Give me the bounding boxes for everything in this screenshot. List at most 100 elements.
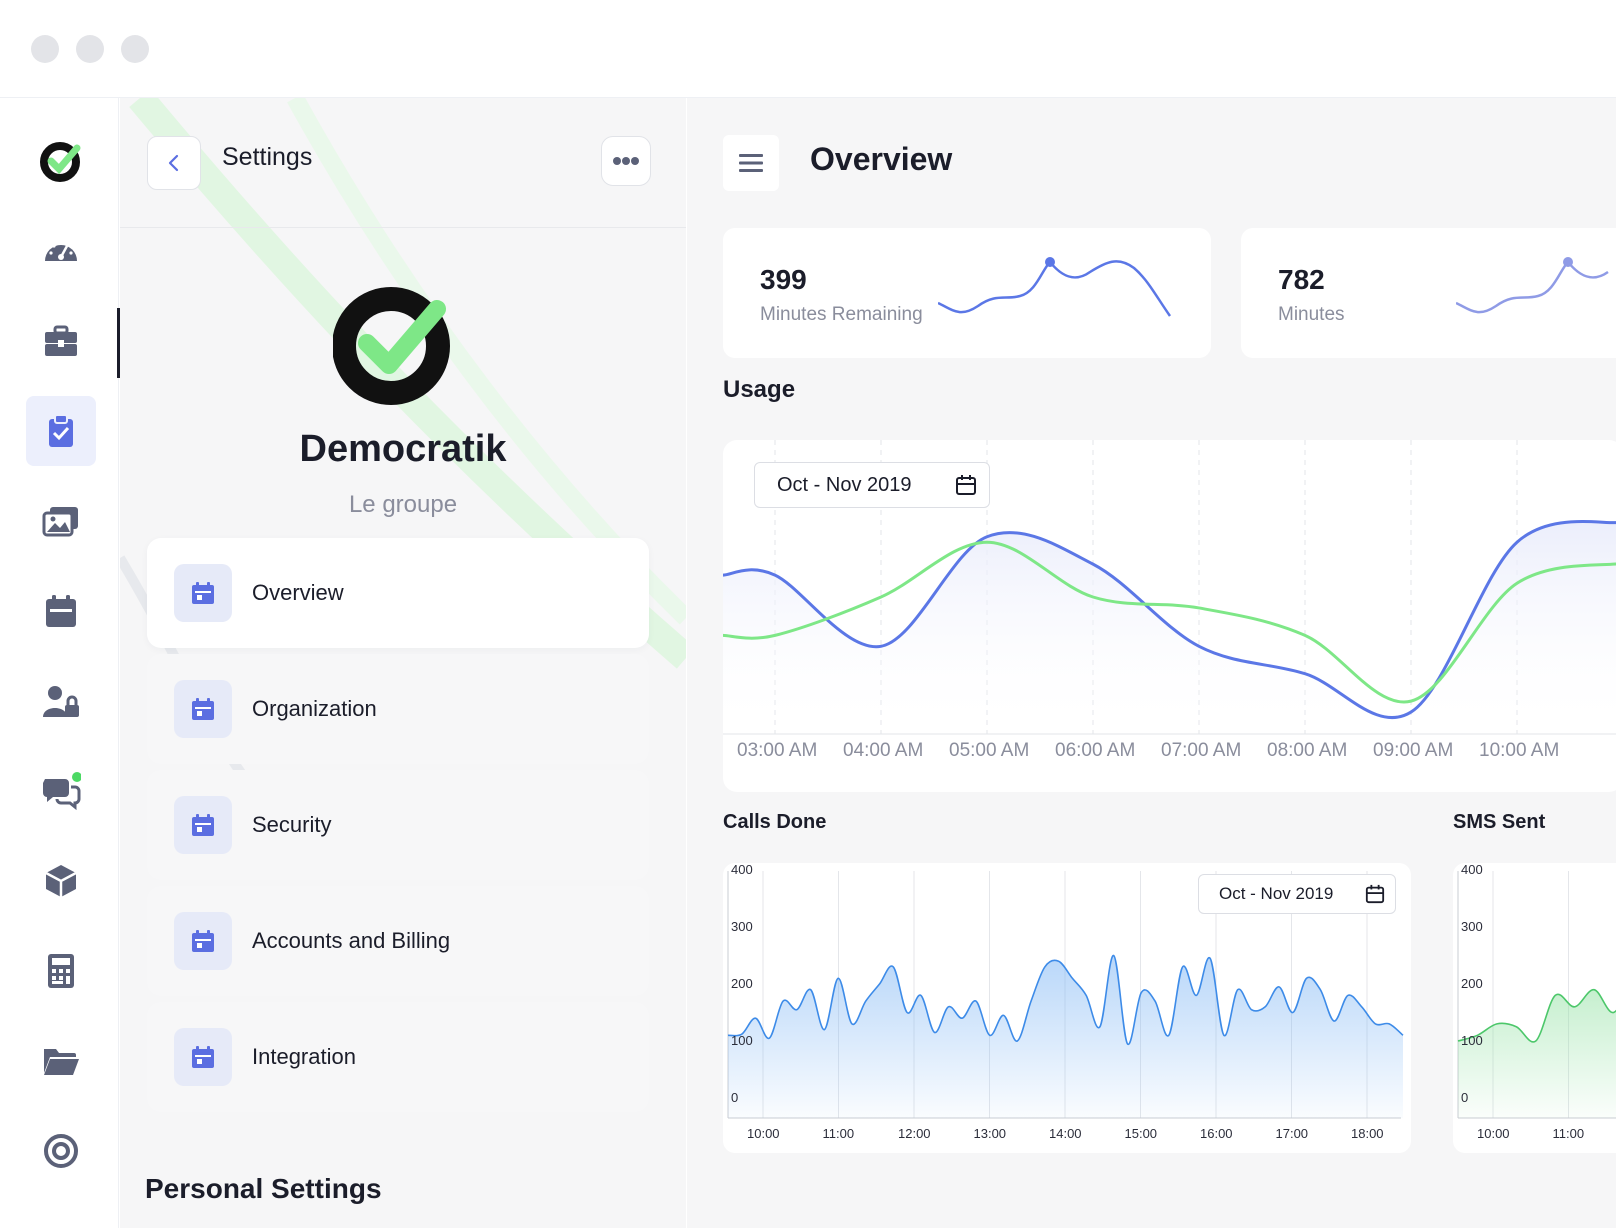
- target-icon: [44, 1134, 78, 1168]
- x-axis-tick: 10:00: [747, 1126, 780, 1141]
- rail-chat[interactable]: [26, 756, 96, 826]
- stat-card-minutes: 782 Minutes: [1241, 228, 1616, 358]
- rail-users-lock[interactable]: [26, 666, 96, 736]
- usage-x-tick: 08:00 AM: [1267, 740, 1348, 761]
- window-close-dot[interactable]: [31, 35, 59, 63]
- menu-item-security[interactable]: Security: [147, 770, 649, 880]
- menu-item-label: Organization: [252, 696, 377, 721]
- chevron-left-icon: [168, 154, 179, 172]
- images-icon: [42, 507, 78, 537]
- chat-icon: [43, 772, 81, 811]
- stat-value: 782: [1278, 264, 1325, 295]
- calls-chart-card: Oct - Nov 2019 0 100 200 300 400 10:00 11:00 12…: [723, 863, 1411, 1153]
- x-axis-tick: 18:00: [1351, 1126, 1384, 1141]
- stat-card-minutes-remaining: 399 Minutes Remaining: [723, 228, 1211, 358]
- y-axis-tick: 100: [731, 1033, 753, 1048]
- x-axis-tick: 17:00: [1275, 1126, 1309, 1141]
- usage-x-tick: 05:00 AM: [949, 740, 1030, 761]
- usage-x-tick: 07:00 AM: [1161, 740, 1242, 761]
- usage-date-picker[interactable]: Oct - Nov 2019: [754, 462, 990, 508]
- speedometer-icon: [45, 241, 77, 261]
- x-axis-tick: 10:00: [1477, 1126, 1510, 1141]
- stat-value: 399: [760, 264, 807, 295]
- usage-date-label: Oct - Nov 2019: [777, 473, 912, 496]
- organization-name: Democratik: [299, 428, 507, 470]
- sms-title: SMS Sent: [1453, 811, 1546, 833]
- y-axis-tick: 400: [731, 863, 753, 877]
- menu-item-label: Accounts and Billing: [252, 928, 451, 953]
- area-fill: [728, 955, 1403, 1118]
- personal-settings-heading: Personal Settings: [145, 1173, 382, 1204]
- x-axis-tick: 14:00: [1049, 1126, 1082, 1141]
- rail-gallery[interactable]: [26, 486, 96, 556]
- calendar-icon: [174, 1028, 232, 1086]
- rail-folder[interactable]: [26, 1026, 96, 1096]
- calendar-icon: [46, 595, 76, 627]
- stat-label: Minutes Remaining: [760, 304, 923, 325]
- window-minimize-dot[interactable]: [76, 35, 104, 63]
- calls-title: Calls Done: [723, 811, 827, 833]
- y-axis-tick: 200: [731, 976, 753, 991]
- window-titlebar: [0, 0, 1616, 98]
- menu-item-label: Integration: [252, 1044, 356, 1069]
- calls-date-picker[interactable]: Oct - Nov 2019: [1198, 874, 1396, 914]
- y-axis-tick: 0: [1461, 1090, 1469, 1105]
- hamburger-icon: [739, 154, 763, 172]
- x-axis-tick: 13:00: [973, 1126, 1007, 1141]
- x-axis-tick: 12:00: [898, 1126, 931, 1141]
- overview-main: Overview 399 Minutes Remaining 782 Minut…: [687, 98, 1616, 1228]
- settings-header: Settings: [120, 98, 686, 228]
- more-options-button[interactable]: [601, 136, 651, 186]
- rail-target[interactable]: [26, 1116, 96, 1186]
- y-axis-tick: 0: [731, 1090, 739, 1105]
- organization-subtitle: Le groupe: [348, 491, 458, 518]
- window-maximize-dot[interactable]: [121, 35, 149, 63]
- folder-icon: [44, 1049, 79, 1075]
- organization-logo: [333, 287, 450, 405]
- x-axis-tick: 15:00: [1124, 1126, 1158, 1141]
- rail-tasks[interactable]: [26, 396, 96, 466]
- sms-chart: [1457, 871, 1616, 1119]
- calendar-icon: [174, 796, 232, 854]
- more-dots-icon: [613, 157, 639, 165]
- calendar-icon: [1365, 884, 1385, 904]
- settings-title: Settings: [222, 143, 313, 171]
- clipboard-check-icon: [49, 414, 73, 447]
- y-axis-tick: 300: [731, 919, 753, 934]
- y-axis-tick: 400: [1461, 863, 1483, 877]
- rail-box[interactable]: [26, 846, 96, 916]
- user-lock-icon: [43, 686, 79, 717]
- menu-item-label: Overview: [252, 580, 344, 605]
- usage-x-tick: 09:00 AM: [1373, 740, 1454, 761]
- menu-item-overview[interactable]: Overview: [147, 538, 649, 648]
- menu-toggle-button[interactable]: [723, 135, 779, 191]
- rail-speedometer[interactable]: [26, 216, 96, 286]
- y-axis-tick: 200: [1461, 976, 1483, 991]
- x-axis-tick: 16:00: [1200, 1126, 1233, 1141]
- calls-date-label: Oct - Nov 2019: [1219, 884, 1334, 903]
- menu-item-accounts-billing[interactable]: Accounts and Billing: [147, 886, 649, 996]
- toolbox-icon: [45, 325, 77, 356]
- usage-x-tick: 10:00 AM: [1479, 740, 1560, 761]
- rail-calendar[interactable]: [26, 576, 96, 646]
- calendar-icon: [174, 680, 232, 738]
- settings-panel: Settings Democratik Le groupe Overview O…: [120, 98, 686, 1228]
- usage-chart-card: Oct - Nov 2019 03:00 AM 04:00 AM 05:00 AM 0…: [723, 440, 1616, 792]
- back-button[interactable]: [147, 136, 201, 190]
- menu-item-integration[interactable]: Integration: [147, 1002, 649, 1112]
- usage-x-tick: 04:00 AM: [843, 740, 924, 761]
- sms-chart-card: 0 100 200 300 400 10:00 11:00: [1453, 863, 1616, 1153]
- app-logo[interactable]: [38, 136, 86, 184]
- rail-calculator[interactable]: [26, 936, 96, 1006]
- usage-title: Usage: [723, 376, 796, 403]
- page-title: Overview: [810, 141, 953, 177]
- rail-toolbox[interactable]: [26, 306, 96, 376]
- stat-label: Minutes: [1278, 304, 1345, 325]
- menu-item-label: Security: [252, 812, 332, 837]
- x-axis-tick: 11:00: [822, 1126, 855, 1141]
- menu-item-organization[interactable]: Organization: [147, 654, 649, 764]
- usage-x-tick: 06:00 AM: [1055, 740, 1136, 761]
- calendar-icon: [956, 475, 976, 495]
- icon-sidebar: [0, 98, 119, 1228]
- calendar-icon: [174, 564, 232, 622]
